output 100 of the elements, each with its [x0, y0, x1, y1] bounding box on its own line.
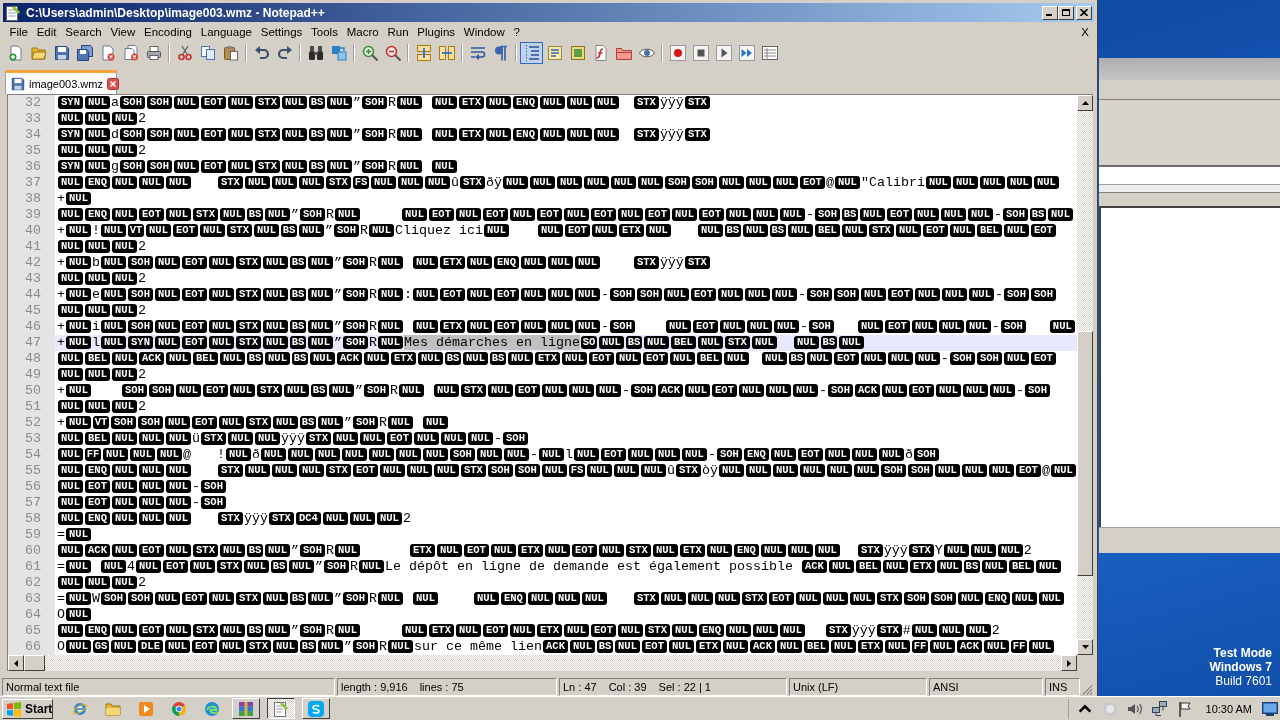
line-number: 46: [25, 319, 41, 335]
pilcrow-icon: [492, 45, 509, 61]
menu-item[interactable]: Edit: [32, 25, 61, 38]
zoom-out-icon: [384, 45, 401, 61]
line-number: 53: [25, 431, 41, 447]
line-number: 64: [25, 607, 41, 623]
status-text: Unix (LF): [793, 680, 839, 693]
printer-icon: [145, 45, 162, 61]
line-number: 35: [25, 143, 41, 159]
scroll-right-button[interactable]: [1061, 655, 1077, 671]
code-line: SYN NUL a SOH SOH NUL EOT NUL STX NUL BS NUL ” SOH R NUL NUL ETX NUL ENQ NUL NUL NUL STX ÿÿÿ STX: [57, 95, 711, 111]
flag-icon[interactable]: [1176, 700, 1193, 717]
code-line: + NUL ! NUL VT NUL EOT NUL STX NUL BS NUL ” SOH R NUL Cliquez ici NUL NUL EOT NUL ETX NUL NUL BS NUL BS NUL BEL NUL STX NUL EOT NUL BEL NUL EOT: [57, 223, 1057, 239]
close-icon: [1080, 9, 1088, 16]
menu-item[interactable]: Language: [196, 25, 257, 38]
fast-forward-icon: [738, 45, 755, 61]
line-number: 59: [25, 527, 41, 543]
minimize-button[interactable]: [1042, 5, 1058, 20]
code-line: = NUL NUL 4 NUL EOT NUL STX NUL BS NUL ” SOH R NUL Le dépôt en ligne de demande est également possible ACK NUL BEL NUL ETX NUL BS NUL BEL NUL: [57, 559, 1062, 575]
code-line: NUL NUL NUL 2: [57, 575, 146, 591]
line-number: 51: [25, 399, 41, 415]
line-number: 32: [25, 95, 41, 111]
line-number: 42: [25, 255, 41, 271]
code-line: NUL BEL NUL NUL NUL ü STX NUL NUL ÿÿÿ STX NUL NUL EOT NUL NUL NUL - SOH: [57, 431, 529, 447]
code-line: NUL FF NUL NUL NUL @ ! NUL ð NUL NUL NUL NUL NUL NUL NUL SOH NUL NUL - NUL l NUL EOT NUL NUL NUL - SOH ENQ NUL EOT NUL NUL NUL ð SOH: [57, 447, 940, 463]
code-line: NUL ACK NUL EOT NUL STX NUL BS NUL ” SOH R NUL ETX NUL EOT NUL ETX NUL EOT NUL STX NUL ETX NUL ENQ NUL NUL NUL STX ÿÿÿ STX Y NUL NUL NUL 2: [57, 543, 1032, 559]
menu-item[interactable]: ?: [509, 25, 525, 38]
up-arrow-icon: [1081, 101, 1089, 105]
stop-icon: [692, 45, 709, 61]
page-close-icon: [99, 45, 116, 61]
menu-item[interactable]: Run: [383, 25, 413, 38]
scroll-left-button[interactable]: [8, 655, 24, 671]
status-text: Sel : 22 | 1: [658, 680, 711, 693]
code-line: NUL ENQ NUL NUL NUL STX ÿÿÿ STX DC4 NUL NUL NUL 2: [57, 511, 411, 527]
line-number: 58: [25, 511, 41, 527]
menu-item[interactable]: Plugins: [412, 25, 460, 38]
code-line: + NUL VT SOH SOH NUL EOT NUL STX NUL BS NUL ” SOH R NUL NUL: [57, 415, 449, 431]
menu-item[interactable]: Tools: [306, 25, 343, 38]
menu-item[interactable]: Search: [60, 25, 107, 38]
test-mode-text: Build 7601: [1215, 674, 1272, 688]
menu-item[interactable]: Window: [459, 25, 510, 38]
segmented-circle-icon[interactable]: [171, 700, 187, 717]
play-tile-icon[interactable]: [138, 700, 154, 717]
scrollbar-thumb[interactable]: [24, 655, 45, 671]
monitor-icon[interactable]: [1262, 701, 1278, 716]
code-line: NUL NUL NUL 2: [57, 271, 146, 287]
line-number: 50: [25, 383, 41, 399]
code-line: NUL EOT NUL NUL NUL - SOH: [57, 495, 227, 511]
floppy-disks-icon: [76, 45, 93, 61]
code-line: + NUL b NUL SOH NUL EOT NUL STX NUL BS NUL ” SOH R NUL NUL ETX NUL ENQ NUL NUL NUL STX ÿÿÿ STX: [57, 255, 711, 271]
status-text: Ln : 47: [563, 680, 597, 693]
status-text: Col : 39: [608, 680, 647, 693]
horizontal-scrollbar[interactable]: [8, 655, 1077, 671]
menu-item[interactable]: Settings: [256, 25, 307, 38]
code-line: NUL NUL NUL 2: [57, 143, 146, 159]
menu-item[interactable]: Encoding: [139, 25, 197, 38]
line-number: 34: [25, 127, 41, 143]
menu-item[interactable]: View: [106, 25, 140, 38]
menu-item[interactable]: File: [5, 25, 33, 38]
line-number: 38: [25, 191, 41, 207]
line-number: 62: [25, 575, 41, 591]
word-wrap-icon: [469, 45, 486, 61]
line-number: 33: [25, 111, 41, 127]
taskbar-button[interactable]: [267, 698, 295, 719]
code-line: NUL EOT NUL NUL NUL - SOH: [57, 479, 227, 495]
right-arrow-icon: [1067, 659, 1071, 667]
globe-orbit-icon[interactable]: [72, 700, 88, 717]
line-number: 44: [25, 287, 41, 303]
code-line: NUL ENQ NUL NUL NUL STX NUL NUL NUL STX FS NUL NUL NUL û STX ðÿ NUL NUL NUL NUL NUL NUL SOH SOH NUL NUL NUL EOT @ NUL "Calibri NUL NUL NUL NUL NUL: [57, 175, 1060, 191]
line-number: 41: [25, 239, 41, 255]
play-icon: [715, 45, 732, 61]
code-line: O NUL GS NUL DLE NUL EOT NUL STX NUL BS NUL ” SOH R NUL sur ce même lien ACK NUL BS NUL EOT NUL ETX NUL ACK NUL BEL NUL ETX NUL FF NUL ACK NUL FF NUL: [57, 639, 1055, 655]
scroll-up-button[interactable]: [1077, 95, 1093, 111]
vertical-scrollbar[interactable]: [1077, 95, 1093, 655]
macro-list-icon: [761, 45, 778, 61]
close-icon[interactable]: [107, 77, 119, 90]
network-icon[interactable]: [1151, 700, 1168, 717]
line-number: 45: [25, 303, 41, 319]
clock-text[interactable]: 10:30 AM: [1205, 702, 1252, 715]
folder-icon: [30, 45, 47, 61]
binoculars-icon: [307, 45, 324, 61]
window-title: C:\Users\admin\Desktop\image003.wmz - Notepad++: [26, 5, 325, 20]
menu-item[interactable]: Macro: [342, 25, 384, 38]
code-line: NUL ENQ NUL NUL NUL STX NUL NUL NUL STX EOT NUL NUL NUL STX SOH SOH NUL FS NUL NUL NUL û STX òÿ NUL NUL NUL NUL NUL NUL SOH SOH NUL NUL NUL EOT @ NUL: [57, 463, 1077, 479]
resize-grip-icon[interactable]: [1082, 684, 1093, 696]
close-button[interactable]: [1076, 5, 1092, 20]
file-tab[interactable]: image003.wmz: [5, 70, 117, 94]
down-arrow-icon: [1081, 645, 1089, 649]
line-number: 60: [25, 543, 41, 559]
scroll-down-button[interactable]: [1077, 639, 1093, 655]
maximize-button[interactable]: [1058, 5, 1074, 20]
line-number: 61: [25, 559, 41, 575]
redo-icon: [276, 45, 293, 61]
close-document-control[interactable]: X: [1081, 25, 1089, 38]
workspace-folder-icon: [615, 45, 632, 61]
undo-icon: [253, 45, 270, 61]
start-button[interactable]: Start: [2, 698, 53, 719]
code-line: SYN NUL g SOH SOH NUL EOT NUL STX NUL BS NUL ” SOH R NUL NUL: [57, 159, 458, 175]
scrollbar-thumb[interactable]: [1077, 331, 1093, 576]
code-line: + NUL e NUL SOH NUL EOT NUL STX NUL BS NUL ” SOH R NUL : NUL EOT NUL EOT NUL NUL NUL - SOH SOH NUL EOT NUL NUL NUL - SOH SOH NUL EOT NUL NUL NUL - SOH SOH: [57, 287, 1057, 303]
